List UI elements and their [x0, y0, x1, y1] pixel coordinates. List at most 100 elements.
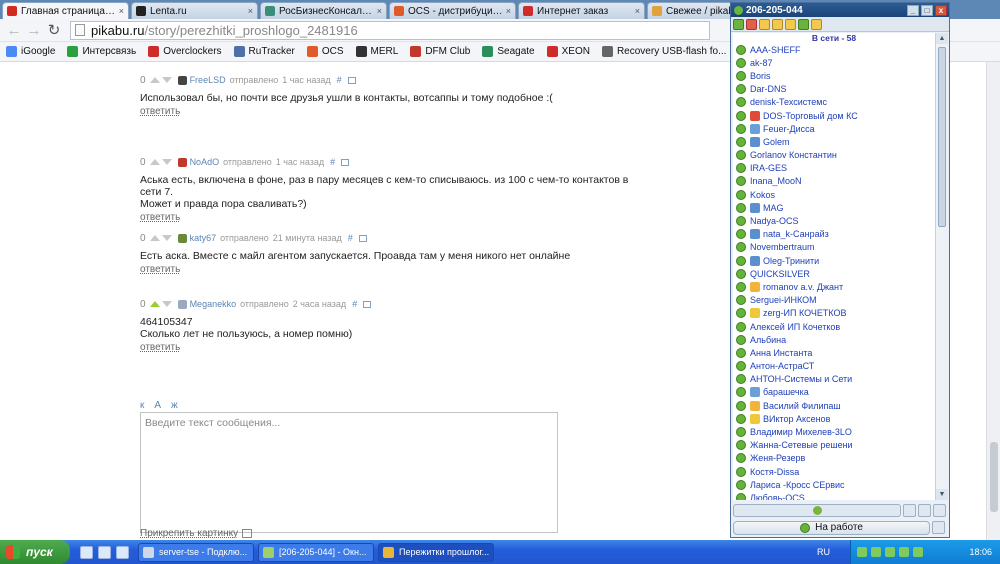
contacts-icon[interactable] — [759, 18, 770, 30]
contact-scroll-thumb[interactable] — [938, 47, 946, 227]
contact-item[interactable]: Golem — [733, 135, 935, 148]
link-icon[interactable] — [341, 158, 350, 166]
contact-item[interactable]: Альбина — [733, 333, 935, 346]
scroll-down-icon[interactable]: ▼ — [936, 489, 948, 500]
close-button[interactable]: x — [935, 4, 947, 16]
taskbar-window-button[interactable]: [206-205-044] - Окн... — [258, 542, 374, 562]
contact-item[interactable]: Inana_MooN — [733, 175, 935, 188]
contact-item[interactable]: zerg-ИП КОЧЕТКОВ — [733, 307, 935, 320]
page-scrollbar[interactable] — [986, 62, 1000, 540]
contact-item[interactable]: Dar-DNS — [733, 83, 935, 96]
comment-author[interactable]: katy67 — [190, 233, 217, 243]
status-button[interactable]: На работе — [733, 520, 930, 535]
upvote-arrow-icon[interactable] — [149, 77, 160, 83]
maximize-button[interactable]: □ — [921, 4, 933, 16]
tray-icon-5[interactable] — [913, 547, 923, 557]
sound-icon[interactable] — [811, 18, 822, 30]
format-button[interactable]: А — [154, 400, 161, 411]
contact-item[interactable]: Gorlanov Константин — [733, 149, 935, 162]
contact-item[interactable]: Алексей ИП Кочетков — [733, 320, 935, 333]
tab-close-icon[interactable]: × — [248, 6, 253, 16]
tab-close-icon[interactable]: × — [119, 6, 124, 16]
browser-tab[interactable]: Lenta.ru × — [131, 2, 258, 19]
contact-item[interactable]: IRA-GES — [733, 162, 935, 175]
contact-item[interactable]: romanov a.v. Джант — [733, 280, 935, 293]
contact-item[interactable]: ak-87 — [733, 56, 935, 69]
back-arrow-icon[interactable]: ← — [4, 20, 24, 40]
bookmark-item[interactable]: DFM Club — [410, 46, 470, 57]
contact-item[interactable]: Kokos — [733, 188, 935, 201]
downvote-arrow-icon[interactable] — [161, 235, 172, 241]
minimize-button[interactable]: _ — [907, 4, 919, 16]
contact-item[interactable]: АНТОН-Системы и Сети — [733, 373, 935, 386]
message-textarea[interactable]: Введите текст сообщения... — [140, 412, 558, 533]
contact-item[interactable]: Антон-АстраСТ — [733, 360, 935, 373]
format-button[interactable]: ж — [171, 400, 178, 411]
bookmark-item[interactable]: XEON — [546, 46, 590, 57]
taskbar-window-button[interactable]: Пережитки прошлог... — [378, 542, 494, 562]
tray-icon-4[interactable] — [899, 547, 909, 557]
contact-item[interactable]: denisk-Техсистемс — [733, 96, 935, 109]
contact-item[interactable]: Лариса -Кросс СЕрвис — [733, 478, 935, 491]
link-icon[interactable] — [363, 300, 372, 308]
comment-permalink[interactable]: # — [352, 299, 357, 309]
contact-item[interactable]: Oleg-Тринити — [733, 254, 935, 267]
contact-item[interactable]: Василий Филипаш — [733, 399, 935, 412]
search-icon[interactable] — [785, 18, 796, 30]
contact-item[interactable]: Владимир Михелев-3LO — [733, 425, 935, 438]
bookmark-item[interactable]: Overclockers — [148, 46, 222, 57]
upvote-arrow-icon[interactable] — [149, 159, 160, 165]
bookmark-item[interactable]: OCS — [306, 46, 344, 57]
tray-icon-1[interactable] — [857, 547, 867, 557]
reload-icon[interactable]: ↻ — [44, 20, 64, 40]
add-contact-icon[interactable] — [798, 18, 809, 30]
tray-icon-3[interactable] — [885, 547, 895, 557]
bookmark-item[interactable]: Интерсвязь — [67, 46, 136, 57]
contact-item[interactable]: барашечка — [733, 386, 935, 399]
contact-item[interactable]: Serguei-ИНКОМ — [733, 294, 935, 307]
link-icon[interactable] — [347, 76, 356, 84]
main-menu-button[interactable] — [733, 504, 901, 517]
contact-item[interactable]: Novembertraum — [733, 241, 935, 254]
scrollbar-thumb[interactable] — [990, 442, 998, 512]
contact-item[interactable]: Костя-Dissa — [733, 465, 935, 478]
contact-list-scrollbar[interactable]: ▲ ▼ — [935, 33, 948, 500]
tab-close-icon[interactable]: × — [506, 6, 511, 16]
icq-launch-icon[interactable] — [116, 545, 129, 559]
icq-titlebar[interactable]: 206-205-044 _ □ x — [731, 3, 949, 17]
bookmark-item[interactable]: iGoogle — [6, 46, 55, 57]
status-icon[interactable] — [733, 18, 744, 30]
contact-item[interactable]: Nadya-OCS — [733, 214, 935, 227]
bookmark-item[interactable]: Recovery USB-flash fo... — [601, 46, 726, 57]
comment-author[interactable]: NoAdO — [190, 157, 220, 167]
contact-item[interactable]: Boris — [733, 69, 935, 82]
contact-item[interactable]: Анна Инстанта — [733, 346, 935, 359]
format-button[interactable]: к — [140, 400, 144, 411]
contact-item[interactable]: QUICKSILVER — [733, 267, 935, 280]
browser-tab[interactable]: OCS - дистрибуция ком× — [389, 2, 516, 19]
scroll-up-icon[interactable]: ▲ — [936, 33, 948, 44]
tab-close-icon[interactable]: × — [635, 6, 640, 16]
browser-tab[interactable]: РосБизнесКонсалтинг × — [260, 2, 387, 19]
contact-item[interactable]: DOS-Торговый дом КС — [733, 109, 935, 122]
tray-icon-2[interactable] — [871, 547, 881, 557]
start-button[interactable]: пуск — [0, 540, 70, 564]
history-icon[interactable] — [772, 18, 783, 30]
reply-link[interactable]: ответить — [140, 264, 640, 276]
contact-item[interactable]: Любовь-OCS — [733, 491, 935, 500]
reply-link[interactable]: ответить — [140, 342, 640, 354]
address-bar[interactable]: pikabu.ru/story/perezhitki_proshlogo_248… — [70, 20, 710, 40]
sound-toggle-button[interactable] — [918, 504, 931, 517]
reply-link[interactable]: ответить — [140, 212, 640, 224]
bookmark-item[interactable]: MERL — [355, 46, 398, 57]
contact-item[interactable]: ВИктор Аксенов — [733, 412, 935, 425]
contact-item[interactable]: AAA-SHEFF — [733, 43, 935, 56]
help-button[interactable] — [933, 504, 946, 517]
browser-tab[interactable]: Интернет заказ × — [518, 2, 645, 19]
contact-item[interactable]: MAG — [733, 201, 935, 214]
language-indicator[interactable]: RU — [817, 547, 830, 557]
upvote-arrow-icon[interactable] — [149, 235, 160, 241]
browser-tab[interactable]: Главная страница • Ко × — [2, 2, 129, 19]
comment-permalink[interactable]: # — [330, 157, 335, 167]
downvote-arrow-icon[interactable] — [161, 159, 172, 165]
